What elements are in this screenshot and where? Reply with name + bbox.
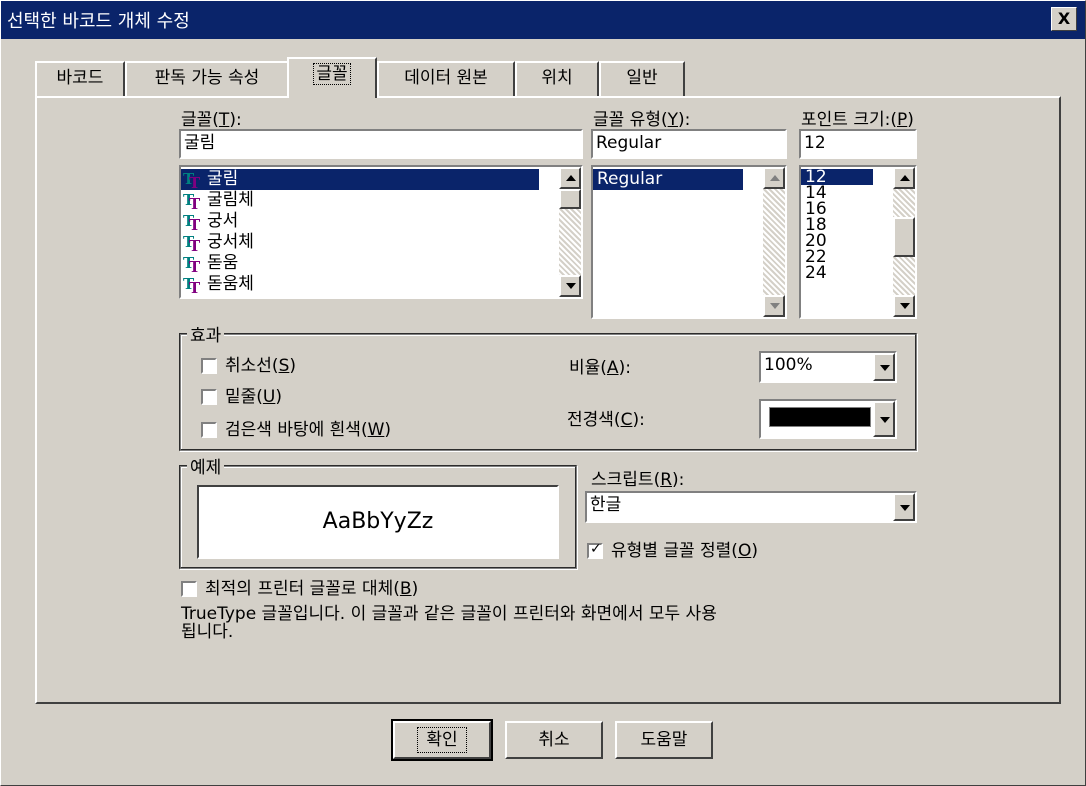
svg-text:T: T (189, 237, 201, 251)
effects-group-title: 효과 (187, 321, 225, 346)
underline-checkbox[interactable] (201, 389, 217, 405)
substitute-printer-font-checkbox[interactable] (181, 581, 197, 597)
list-item[interactable]: 24 (801, 265, 827, 282)
strikeout-checkbox[interactable] (201, 358, 217, 374)
ratio-value: 100% (764, 355, 813, 375)
dialog-window: 선택한 바코드 개체 수정 X 바코드 판독 가능 속성 글꼴 데이터 원본 위… (0, 0, 1086, 786)
svg-text:T: T (189, 216, 201, 230)
style-list-scrollbar[interactable] (763, 167, 785, 317)
ratio-label: 비율(A): (569, 358, 631, 378)
point-size-label: 포인트 크기:(P) (801, 110, 914, 130)
svg-text:T: T (189, 279, 201, 293)
foreground-color-label: 전경색(C): (567, 410, 645, 430)
font-description-line1: TrueType 글꼴입니다. 이 글꼴과 같은 글꼴이 프린터와 화면에서 모… (181, 604, 717, 624)
underline-label: 밑줄(U) (225, 387, 283, 407)
tab-data-source[interactable]: 데이터 원본 (377, 61, 515, 97)
chevron-down-icon (900, 505, 910, 511)
truetype-font-icon: TT (183, 255, 201, 272)
dropdown-button[interactable] (873, 353, 895, 381)
scroll-down-button[interactable] (559, 275, 581, 297)
white-on-black-label: 검은색 바탕에 흰색(W) (225, 420, 392, 440)
scroll-down-button[interactable] (893, 295, 915, 317)
font-name-input[interactable]: 굴림 (179, 129, 583, 159)
point-size-input[interactable]: 12 (799, 129, 917, 159)
close-icon: X (1057, 9, 1071, 28)
font-listbox[interactable]: T T 굴림 T T 굴림체 T T 궁서 T T 궁서체 T T 돋움 T T 돋움체 (179, 165, 583, 299)
script-value: 한글 (590, 495, 622, 515)
svg-text:T: T (189, 258, 201, 272)
truetype-font-icon: TT (183, 213, 201, 230)
white-on-black-checkbox[interactable] (201, 422, 217, 438)
sample-text: AaBbYyZz (322, 509, 434, 534)
font-style-input[interactable]: Regular (591, 129, 787, 159)
window-title: 선택한 바코드 개체 수정 (7, 11, 190, 32)
dropdown-button[interactable] (873, 401, 895, 437)
font-description-line2: 됩니다. (181, 622, 234, 642)
svg-text:T: T (189, 174, 201, 188)
scroll-up-button[interactable] (893, 167, 915, 189)
truetype-font-icon: TT (183, 192, 201, 209)
list-item[interactable]: T T 돋움 (181, 253, 539, 274)
list-item[interactable]: Regular (593, 169, 743, 190)
sort-by-type-label: 유형별 글꼴 정렬(O) (611, 541, 758, 561)
list-item[interactable]: T T 굴림체 (181, 190, 539, 211)
list-item[interactable]: T T 궁서 (181, 211, 539, 232)
title-bar[interactable]: 선택한 바코드 개체 수정 X (1, 1, 1085, 39)
ratio-combobox[interactable]: 100% (759, 351, 897, 383)
sample-preview: AaBbYyZz (197, 485, 559, 559)
tab-position[interactable]: 위치 (515, 61, 599, 97)
ok-button[interactable]: 확인 (391, 719, 493, 761)
list-item[interactable]: T T 돋움체 (181, 274, 539, 295)
arrow-up-icon (770, 175, 780, 181)
font-style-label: 글꼴 유형(Y): (593, 110, 691, 130)
arrow-up-icon (900, 175, 910, 181)
truetype-font-icon: TT (183, 234, 201, 251)
scroll-down-button[interactable] (763, 295, 785, 317)
sample-group-title: 예제 (187, 453, 225, 478)
truetype-font-icon: TT (183, 276, 201, 293)
tab-readable-properties[interactable]: 판독 가능 속성 (125, 61, 289, 97)
substitute-printer-font-label: 최적의 프린터 글꼴로 대체(B) (205, 579, 419, 599)
check-icon: ✓ (590, 541, 602, 557)
svg-text:T: T (189, 195, 201, 209)
foreground-color-combobox[interactable] (759, 399, 897, 439)
color-swatch (769, 407, 871, 427)
script-combobox[interactable]: 한글 (585, 491, 917, 523)
arrow-up-icon (566, 175, 576, 181)
font-list-scrollbar[interactable] (559, 167, 581, 297)
chevron-down-icon (880, 365, 890, 371)
cancel-button[interactable]: 취소 (505, 721, 603, 759)
truetype-font-icon: TT (183, 171, 201, 188)
size-list-scrollbar[interactable] (893, 167, 915, 317)
strikeout-label: 취소선(S) (225, 356, 296, 376)
scroll-up-button[interactable] (763, 167, 785, 189)
font-style-listbox[interactable]: Regular (591, 165, 787, 319)
list-item[interactable]: T T 궁서체 (181, 232, 539, 253)
scroll-up-button[interactable] (559, 167, 581, 189)
script-label: 스크립트(R): (591, 470, 685, 490)
tab-barcode[interactable]: 바코드 (35, 61, 125, 97)
chevron-down-icon (880, 417, 890, 423)
help-button[interactable]: 도움말 (615, 721, 713, 759)
scroll-thumb[interactable] (893, 217, 915, 257)
tab-font[interactable]: 글꼴 (287, 57, 377, 98)
font-label: 글꼴(T): (181, 110, 242, 130)
sort-by-type-checkbox[interactable]: ✓ (587, 541, 603, 559)
arrow-down-icon (770, 303, 780, 309)
list-item[interactable]: T T 굴림 (181, 169, 539, 190)
tab-general[interactable]: 일반 (599, 61, 685, 97)
point-size-listbox[interactable]: 12 14 16 18 20 22 24 (799, 165, 917, 319)
arrow-down-icon (900, 303, 910, 309)
arrow-down-icon (566, 283, 576, 289)
close-button[interactable]: X (1051, 7, 1077, 31)
scroll-thumb[interactable] (559, 189, 581, 209)
dropdown-button[interactable] (893, 493, 915, 521)
